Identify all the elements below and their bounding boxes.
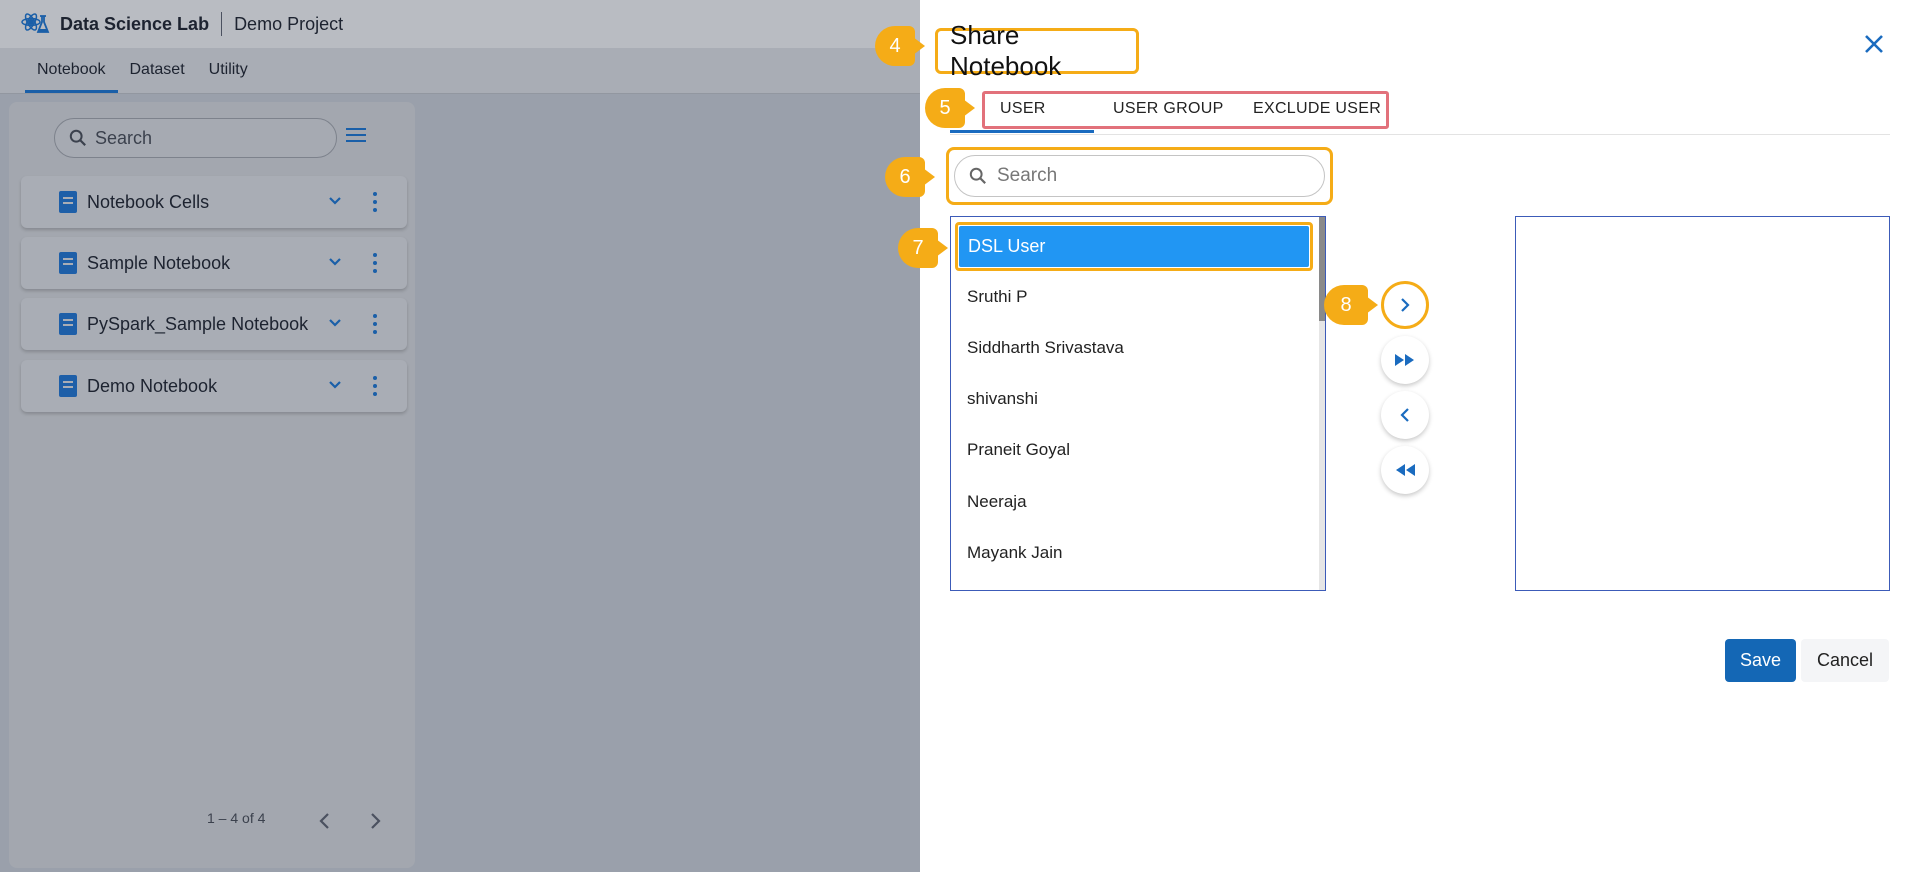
list-item[interactable]: Praneit Goyal: [967, 440, 1070, 460]
move-all-right-button[interactable]: [1381, 336, 1429, 384]
tab-user[interactable]: USER: [1000, 100, 1046, 118]
chevron-right-icon: [1401, 298, 1410, 312]
notebook-icon: [59, 375, 77, 397]
pagination-label: 1 – 4 of 4: [207, 810, 266, 826]
selected-users-list: [1515, 216, 1890, 591]
rewind-icon: [1396, 464, 1415, 476]
cancel-button[interactable]: Cancel: [1801, 639, 1889, 682]
notebook-label: PySpark_Sample Notebook: [87, 313, 309, 334]
step-marker-4: 4: [875, 26, 925, 66]
step-marker-6: 6: [885, 157, 935, 197]
notebook-label: Sample Notebook: [87, 252, 231, 273]
tab-user-group[interactable]: USER GROUP: [1113, 100, 1224, 118]
step-marker-7: 7: [898, 228, 948, 268]
notebook-icon: [59, 191, 77, 213]
more-options-icon[interactable]: [373, 314, 377, 334]
app-tabs: Notebook Dataset Utility: [0, 48, 920, 94]
list-item[interactable]: Sruthi P: [967, 287, 1027, 307]
move-left-button[interactable]: [1381, 391, 1429, 439]
sidebar-search-input[interactable]: Search: [54, 118, 337, 158]
notebook-label: Demo Notebook: [87, 375, 218, 396]
list-item[interactable]: Sample Notebook: [21, 237, 407, 289]
active-tab-indicator: [950, 130, 1094, 133]
tab-dataset[interactable]: Dataset: [118, 47, 197, 93]
dialog-title: Share Notebook: [935, 20, 1139, 81]
project-name: Demo Project: [234, 13, 344, 34]
more-options-icon[interactable]: [373, 376, 377, 396]
header-divider: [221, 12, 223, 36]
notebook-icon: [59, 313, 77, 335]
more-options-icon[interactable]: [373, 192, 377, 212]
chevron-left-icon: [1400, 408, 1409, 422]
chevron-down-icon[interactable]: [327, 192, 343, 208]
chevron-left-icon[interactable]: [318, 812, 332, 831]
step-marker-8: 8: [1324, 285, 1378, 325]
app-title: Data Science Lab: [60, 13, 210, 34]
notebook-icon: [59, 252, 77, 274]
more-options-icon[interactable]: [373, 253, 377, 273]
list-item[interactable]: Neeraja: [967, 492, 1027, 512]
chevron-down-icon[interactable]: [327, 253, 343, 269]
share-notebook-dialog: 4 Share Notebook 5 USER USER GROUP EXCLU…: [875, 0, 1919, 872]
search-icon: [69, 129, 86, 146]
close-icon[interactable]: [1862, 32, 1888, 58]
tab-utility[interactable]: Utility: [197, 47, 260, 93]
list-item[interactable]: shivanshi: [967, 389, 1038, 409]
move-right-button[interactable]: [1381, 281, 1429, 329]
sidebar-search-placeholder: Search: [95, 127, 153, 148]
list-item[interactable]: Mayank Jain: [967, 543, 1062, 563]
tab-notebook[interactable]: Notebook: [25, 47, 118, 93]
chevron-down-icon[interactable]: [327, 376, 343, 392]
user-search-placeholder: Search: [997, 165, 1058, 186]
tab-divider: [950, 134, 1890, 135]
list-item[interactable]: Siddharth Srivastava: [967, 338, 1124, 358]
app-header: Data Science Lab Demo Project: [0, 0, 920, 48]
notebook-list-panel: Search Notebook Cells Sample Notebook Py…: [9, 102, 415, 868]
step-marker-5: 5: [925, 88, 975, 128]
user-search-input[interactable]: Search: [954, 155, 1325, 197]
app-logo-icon: [18, 6, 54, 42]
save-button[interactable]: Save: [1725, 639, 1796, 682]
chevron-right-icon[interactable]: [368, 812, 382, 831]
fast-forward-icon: [1395, 354, 1414, 366]
list-item[interactable]: Demo Notebook: [21, 360, 407, 412]
menu-icon[interactable]: [346, 128, 366, 144]
list-item[interactable]: Notebook Cells: [21, 176, 407, 228]
chevron-down-icon[interactable]: [327, 314, 343, 330]
move-all-left-button[interactable]: [1381, 446, 1429, 494]
search-icon: [969, 167, 986, 184]
available-users-list: Sruthi P Siddharth Srivastava shivanshi …: [950, 216, 1326, 591]
selected-user-item[interactable]: DSL User: [959, 226, 1309, 267]
tab-exclude-user[interactable]: EXCLUDE USER: [1253, 100, 1381, 118]
list-item[interactable]: PySpark_Sample Notebook: [21, 298, 407, 350]
notebook-label: Notebook Cells: [87, 191, 210, 212]
